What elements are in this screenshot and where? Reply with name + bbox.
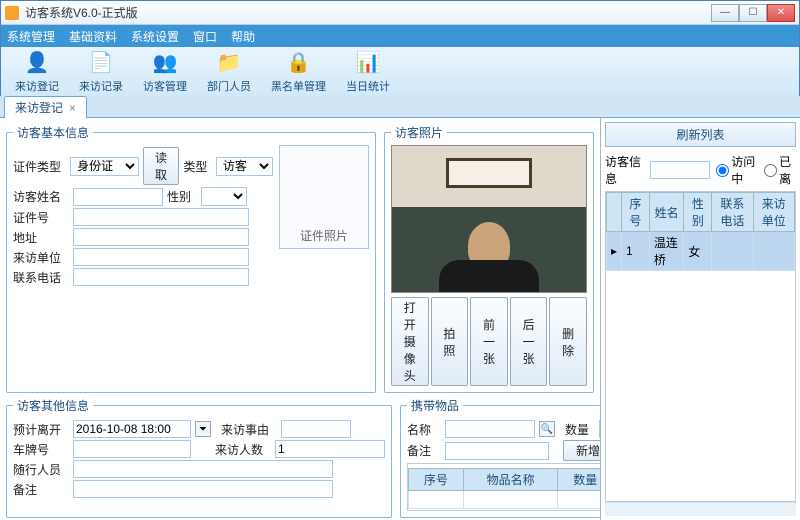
- user-icon: 👤: [24, 50, 50, 76]
- other-note-input[interactable]: [73, 480, 333, 498]
- visit-reason-input[interactable]: [281, 420, 351, 438]
- menu-basedata[interactable]: 基础资料: [69, 28, 117, 45]
- visitor-other-group: 访客其他信息 预计离开⏷来访事由 车牌号来访人数 随行人员 备注: [6, 397, 392, 518]
- menu-system[interactable]: 系统管理: [7, 28, 55, 45]
- right-pane: 刷新列表 访客信息 访问中 已离 序号 姓名 性别 联系电话 来访单位: [600, 118, 800, 520]
- users-icon: 👥: [152, 50, 178, 76]
- folder-icon: 📁: [216, 50, 242, 76]
- visitor-photo-group: 访客照片 打开摄像头 拍照 前一张 后一张 删除: [384, 124, 594, 393]
- carry-items-group: 携带物品 名称🔍数量 备注新增删除 序号物品名称数量备注: [400, 397, 600, 518]
- visitor-grid: 序号 姓名 性别 联系电话 来访单位 ▸ 1 温连桥 女: [606, 192, 795, 271]
- tab-visit-register[interactable]: 来访登记×: [4, 96, 87, 118]
- visitor-info-label: 访客信息: [605, 153, 644, 187]
- table-row[interactable]: ▸ 1 温连桥 女: [607, 232, 795, 271]
- visitor-category-select[interactable]: 访客: [216, 157, 273, 176]
- menu-bar: 系统管理 基础资料 系统设置 窗口 帮助: [1, 25, 799, 47]
- tb-visit-register[interactable]: 👤来访登记: [11, 48, 63, 96]
- delete-photo-button[interactable]: 删除: [549, 297, 587, 386]
- tab-strip: 来访登记×: [0, 96, 800, 118]
- visitor-grid-wrap[interactable]: 序号 姓名 性别 联系电话 来访单位 ▸ 1 温连桥 女: [605, 191, 796, 502]
- maximize-button[interactable]: ☐: [739, 4, 767, 22]
- companions-input[interactable]: [73, 460, 333, 478]
- next-photo-button[interactable]: 后一张: [510, 297, 548, 386]
- table-row[interactable]: [409, 491, 601, 509]
- visitor-basic-group: 访客基本信息 证件类型 身份证 读取 类型 访客 访客姓名性别 证件号: [6, 124, 376, 393]
- items-table-wrap[interactable]: 序号物品名称数量备注: [407, 463, 600, 511]
- filter-left[interactable]: 已离: [764, 153, 796, 187]
- id-type-select[interactable]: 身份证: [70, 157, 139, 176]
- close-button[interactable]: ✕: [767, 4, 795, 22]
- item-lookup-icon[interactable]: 🔍: [539, 421, 555, 437]
- expected-leave-input[interactable]: [73, 420, 191, 438]
- read-card-button[interactable]: 读取: [143, 147, 180, 185]
- prev-photo-button[interactable]: 前一张: [470, 297, 508, 386]
- id-number-input[interactable]: [73, 208, 249, 226]
- tab-close-icon[interactable]: ×: [69, 101, 76, 115]
- gender-select[interactable]: [201, 187, 247, 206]
- tb-visit-records[interactable]: 📄来访记录: [75, 48, 127, 96]
- camera-preview: [391, 145, 587, 293]
- phone-input[interactable]: [73, 268, 249, 286]
- menu-help[interactable]: 帮助: [231, 28, 255, 45]
- list-icon: 📄: [88, 50, 114, 76]
- tb-dept-staff[interactable]: 📁部门人员: [203, 48, 255, 96]
- visitor-name-input[interactable]: [73, 188, 163, 206]
- visitor-count-input[interactable]: [275, 440, 385, 458]
- visitor-search-input[interactable]: [650, 161, 710, 179]
- tb-today-stats[interactable]: 📊当日统计: [342, 48, 394, 96]
- plate-input[interactable]: [73, 440, 191, 458]
- menu-window[interactable]: 窗口: [193, 28, 217, 45]
- item-note-input[interactable]: [445, 442, 549, 460]
- visitor-unit-input[interactable]: [73, 248, 249, 266]
- refresh-list-button[interactable]: 刷新列表: [605, 122, 796, 147]
- snap-button[interactable]: 拍照: [431, 297, 469, 386]
- lock-icon: 🔒: [286, 50, 312, 76]
- title-bar: 访客系统V6.0-正式版 — ☐ ✕: [1, 1, 799, 25]
- item-add-button[interactable]: 新增: [563, 440, 600, 461]
- datetime-picker-icon[interactable]: ⏷: [195, 421, 211, 437]
- grid-scrollbar[interactable]: [605, 502, 796, 516]
- menu-settings[interactable]: 系统设置: [131, 28, 179, 45]
- minimize-button[interactable]: —: [711, 4, 739, 22]
- chart-icon: 📊: [355, 50, 381, 76]
- open-camera-button[interactable]: 打开摄像头: [391, 297, 429, 386]
- filter-visiting[interactable]: 访问中: [716, 153, 758, 187]
- app-icon: [5, 6, 19, 20]
- tb-blacklist[interactable]: 🔒黑名单管理: [267, 48, 330, 96]
- address-input[interactable]: [73, 228, 249, 246]
- id-photo-box: 证件照片: [279, 145, 369, 249]
- tb-visitor-manage[interactable]: 👥访客管理: [139, 48, 191, 96]
- item-name-input[interactable]: [445, 420, 535, 438]
- items-table: 序号物品名称数量备注: [408, 468, 600, 509]
- window-title: 访客系统V6.0-正式版: [25, 4, 711, 21]
- toolbar: 👤来访登记 📄来访记录 👥访客管理 📁部门人员 🔒黑名单管理 📊当日统计: [1, 47, 799, 97]
